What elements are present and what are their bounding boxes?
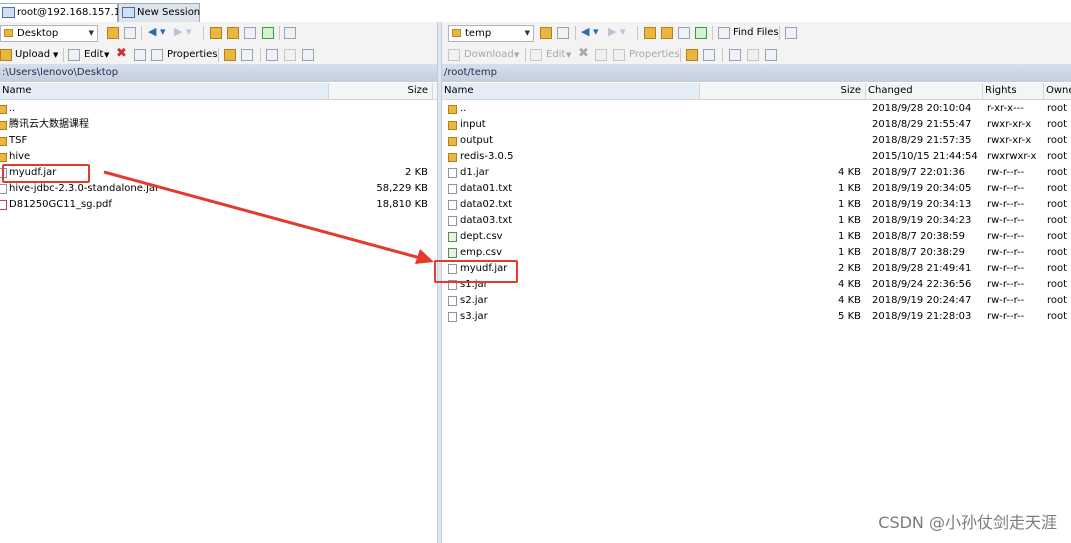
annotation-arrow: [103, 170, 434, 264]
watermark: CSDN @小孙仗剑走天涯: [878, 513, 1057, 532]
